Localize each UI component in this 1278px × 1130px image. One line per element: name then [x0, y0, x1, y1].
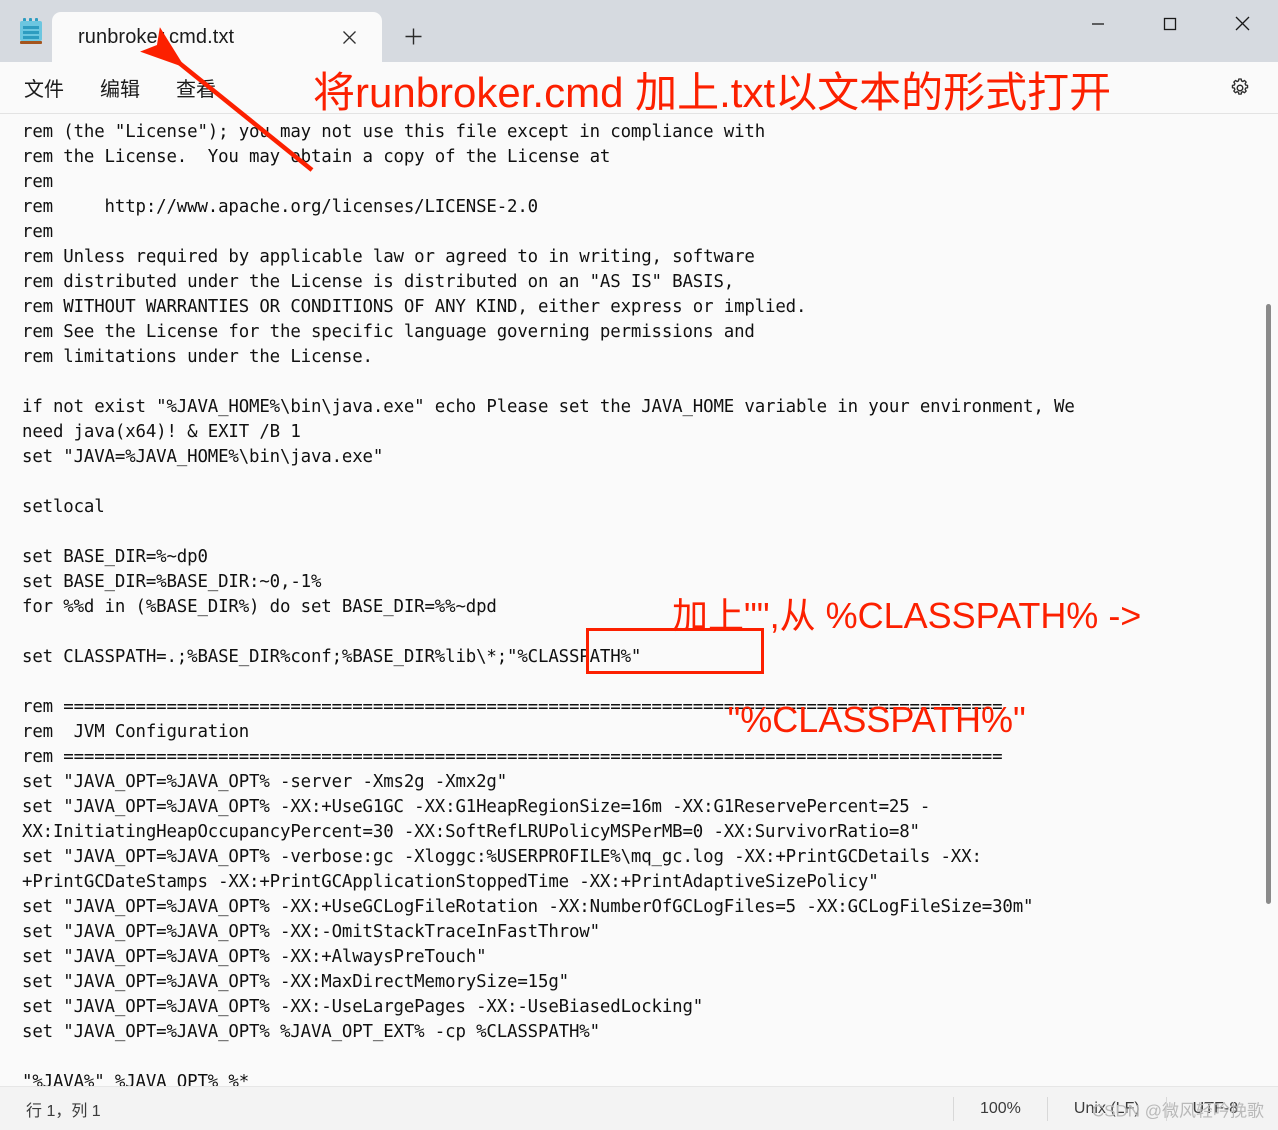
line-ending[interactable]: Unix (LF): [1046, 1096, 1166, 1121]
encoding[interactable]: UTF-8: [1165, 1096, 1278, 1121]
vertical-scrollbar[interactable]: [1262, 114, 1276, 1086]
scrollbar-thumb[interactable]: [1266, 304, 1271, 904]
gear-icon[interactable]: [1218, 69, 1262, 107]
editor-area: rem (the "License"); you may not use thi…: [0, 114, 1278, 1086]
notepad-icon: [14, 0, 48, 62]
notepad-window: runbroker.cmd.txt 文件 编辑 查看 rem (the "Lic…: [0, 0, 1278, 1130]
new-tab-button[interactable]: [390, 13, 436, 59]
close-window-button[interactable]: [1206, 0, 1278, 47]
close-icon[interactable]: [330, 20, 368, 54]
tab-strip: runbroker.cmd.txt: [0, 0, 1062, 62]
tab-label: runbroker.cmd.txt: [78, 25, 235, 48]
tab-runbroker[interactable]: runbroker.cmd.txt: [52, 12, 382, 62]
status-bar: 行 1，列 1 100% Unix (LF) UTF-8 CSDN @微风轻吟挽…: [0, 1086, 1278, 1130]
title-bar: runbroker.cmd.txt: [0, 0, 1278, 62]
menu-item-view[interactable]: 查看: [164, 67, 228, 108]
minimize-button[interactable]: [1062, 0, 1134, 47]
window-controls: [1062, 0, 1278, 62]
cursor-position: 行 1，列 1: [26, 1102, 101, 1120]
menu-item-edit[interactable]: 编辑: [88, 67, 152, 108]
text-editor[interactable]: rem (the "License"); you may not use thi…: [0, 114, 1278, 1086]
maximize-button[interactable]: [1134, 0, 1206, 47]
zoom-level[interactable]: 100%: [952, 1096, 1047, 1121]
menu-bar: 文件 编辑 查看: [0, 62, 1278, 114]
menu-item-file[interactable]: 文件: [12, 67, 76, 108]
